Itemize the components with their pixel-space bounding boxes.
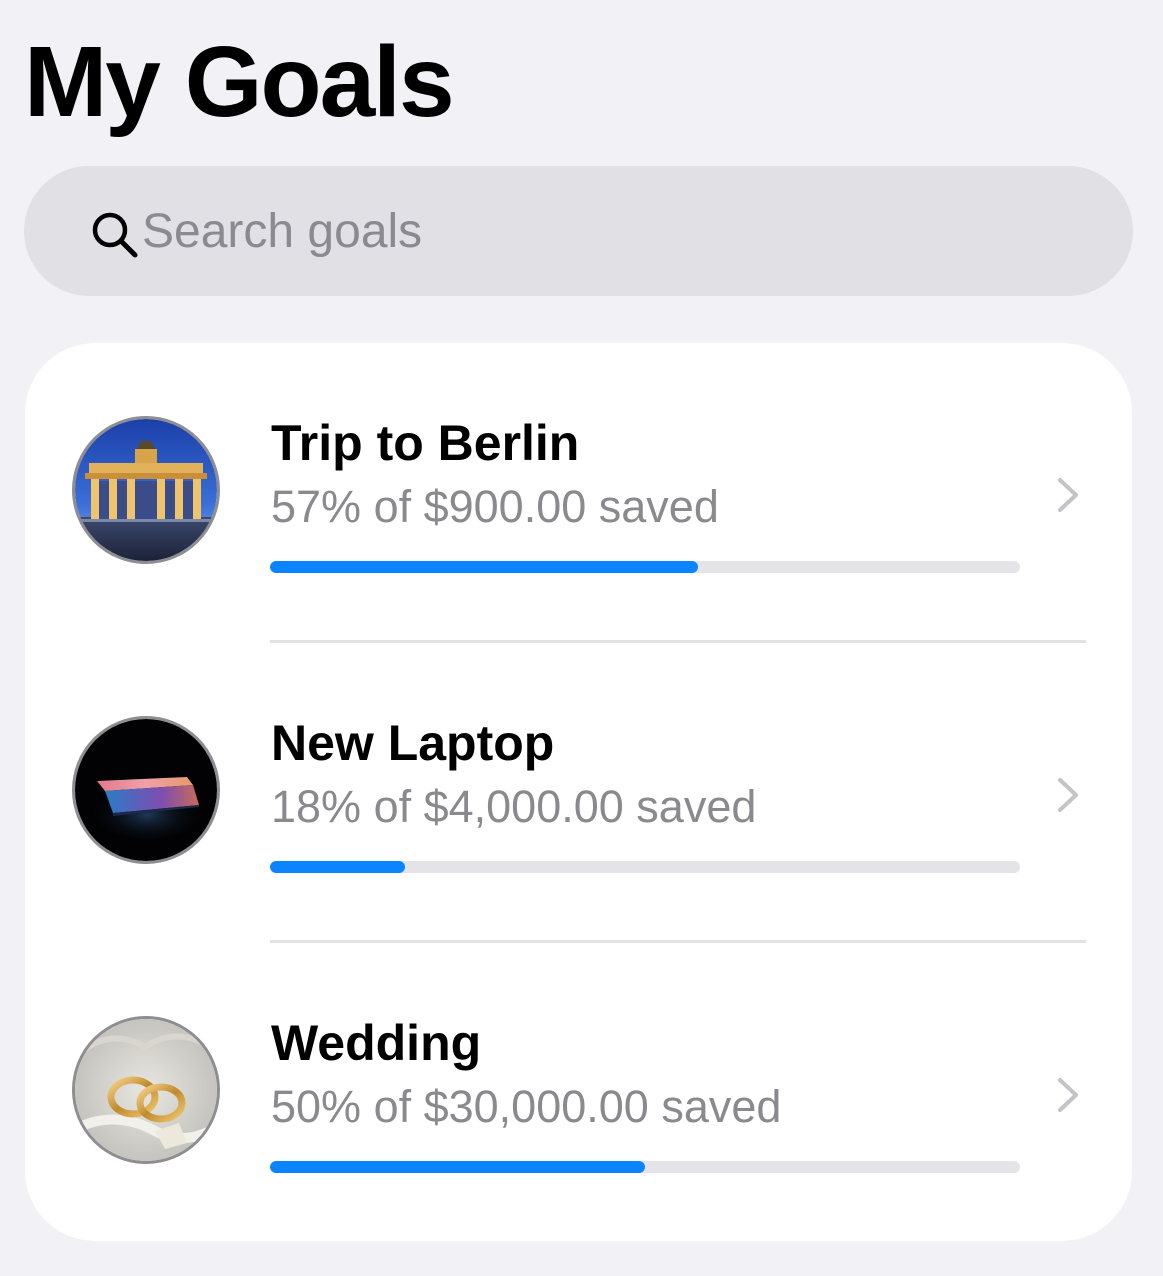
goal-progress-fill: [270, 561, 698, 573]
goal-row-trip-to-berlin[interactable]: Trip to Berlin 57% of $900.00 saved: [25, 343, 1132, 643]
goal-row-wedding[interactable]: Wedding 50% of $30,000.00 saved: [25, 943, 1132, 1243]
goal-image-laptop: [72, 716, 220, 864]
search-bar[interactable]: [24, 166, 1133, 296]
goal-progress-fill: [270, 1161, 645, 1173]
chevron-right-icon: [1058, 1078, 1078, 1112]
page-title: My Goals: [24, 26, 455, 138]
goal-progress-bar: [270, 861, 1020, 873]
goal-name: Trip to Berlin: [271, 415, 580, 471]
goal-progress-text: 50% of $30,000.00 saved: [271, 1081, 782, 1132]
chevron-right-icon: [1058, 778, 1078, 812]
chevron-right-icon: [1058, 478, 1078, 512]
goal-progress-bar: [270, 1161, 1020, 1173]
goal-image-wedding: [72, 1016, 220, 1164]
goal-row-new-laptop[interactable]: New Laptop 18% of $4,000.00 saved: [25, 643, 1132, 943]
search-input[interactable]: [142, 196, 1082, 266]
goal-progress-text: 18% of $4,000.00 saved: [271, 781, 757, 832]
search-icon: [92, 212, 138, 258]
goal-image-berlin: [72, 416, 220, 564]
goal-progress-fill: [270, 861, 405, 873]
goal-name: New Laptop: [271, 715, 555, 771]
goal-progress-text: 57% of $900.00 saved: [271, 481, 719, 532]
goal-name: Wedding: [271, 1015, 482, 1071]
goal-progress-bar: [270, 561, 1020, 573]
goals-list: Trip to Berlin 57% of $900.00 saved New …: [25, 343, 1132, 1241]
